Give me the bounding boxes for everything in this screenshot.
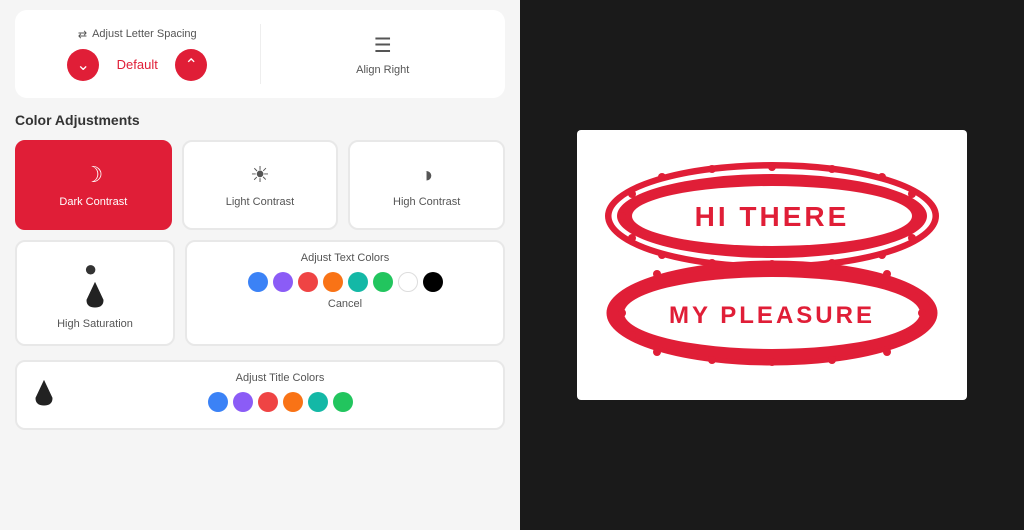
saturation-icon: ● [84, 256, 106, 312]
align-right-group: ☰ Align Right [277, 33, 490, 76]
letter-spacing-value: Default [107, 57, 167, 72]
title-dot-red[interactable] [258, 392, 278, 412]
dark-contrast-icon: ☽ [83, 162, 103, 188]
left-panel: ⇄ Adjust Letter Spacing ⌄ Default ⌃ ☰ Al… [0, 0, 520, 530]
title-color-dots [69, 392, 491, 412]
color-dot-blue[interactable] [248, 272, 268, 292]
color-dot-orange[interactable] [323, 272, 343, 292]
svg-text:MY PLEASURE: MY PLEASURE [669, 302, 875, 329]
light-contrast-icon: ☀ [250, 162, 270, 188]
light-contrast-item[interactable]: ☀ Light Contrast [182, 140, 339, 230]
stamp-container: HI THERE [592, 140, 952, 390]
top-controls-card: ⇄ Adjust Letter Spacing ⌄ Default ⌃ ☰ Al… [15, 10, 505, 98]
divider [260, 24, 261, 84]
color-dot-black[interactable] [423, 272, 443, 292]
letter-spacing-group: ⇄ Adjust Letter Spacing ⌄ Default ⌃ [31, 28, 244, 81]
preview-image: HI THERE [577, 130, 967, 400]
svg-text:HI THERE: HI THERE [695, 201, 850, 232]
color-dot-red[interactable] [298, 272, 318, 292]
color-adjustments-title: Color Adjustments [15, 112, 505, 128]
align-right-icon: ☰ [374, 33, 392, 58]
text-colors-title: Adjust Text Colors [199, 252, 491, 264]
title-saturation-icon [29, 380, 59, 411]
align-right-label: Align Right [356, 64, 409, 76]
high-saturation-label: High Saturation [57, 318, 133, 330]
title-dot-green[interactable] [333, 392, 353, 412]
controls-row: ⇄ Adjust Letter Spacing ⌄ Default ⌃ ☰ Al… [31, 24, 489, 84]
light-contrast-label: Light Contrast [226, 196, 294, 208]
title-dot-purple[interactable] [233, 392, 253, 412]
color-adjustments-section: Color Adjustments ☽ Dark Contrast ☀ Ligh… [15, 112, 505, 430]
color-dot-green[interactable] [373, 272, 393, 292]
color-dot-white[interactable] [398, 272, 418, 292]
title-dot-orange[interactable] [283, 392, 303, 412]
high-saturation-item[interactable]: ● High Saturation [15, 240, 175, 346]
right-panel: HI THERE [520, 0, 1024, 530]
letter-spacing-increment[interactable]: ⌃ [175, 49, 207, 81]
title-colors-title: Adjust Title Colors [69, 372, 491, 384]
contrast-grid: ☽ Dark Contrast ☀ Light Contrast ◑ High … [15, 140, 505, 230]
color-dot-purple[interactable] [273, 272, 293, 292]
dark-contrast-item[interactable]: ☽ Dark Contrast [15, 140, 172, 230]
title-colors-content: Adjust Title Colors [69, 372, 491, 418]
letter-spacing-decrement[interactable]: ⌄ [67, 49, 99, 81]
text-colors-cancel[interactable]: Cancel [199, 298, 491, 310]
title-dot-blue[interactable] [208, 392, 228, 412]
letter-spacing-label: ⇄ Adjust Letter Spacing [78, 28, 197, 41]
stamp-my-pleasure: MY PLEASURE [602, 256, 942, 371]
high-contrast-label: High Contrast [393, 196, 460, 208]
text-color-dots [199, 272, 491, 292]
letter-spacing-icon: ⇄ [78, 28, 87, 41]
text-colors-card: Adjust Text Colors Cancel [185, 240, 505, 346]
high-contrast-icon: ◑ [420, 162, 433, 188]
high-contrast-item[interactable]: ◑ High Contrast [348, 140, 505, 230]
title-dot-teal[interactable] [308, 392, 328, 412]
color-dot-teal[interactable] [348, 272, 368, 292]
title-colors-card: Adjust Title Colors [15, 360, 505, 430]
dark-contrast-label: Dark Contrast [59, 196, 127, 208]
letter-spacing-controls: ⌄ Default ⌃ [67, 49, 207, 81]
bottom-row: ● High Saturation Adjust Text Colors [15, 240, 505, 346]
